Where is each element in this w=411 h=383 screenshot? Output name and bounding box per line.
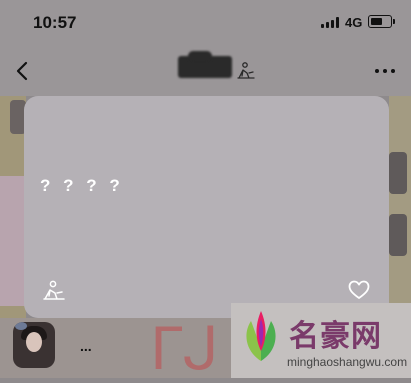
signal-icon <box>321 17 341 28</box>
popup-card[interactable]: ? ? ? ? <box>24 96 389 318</box>
network-type: 4G <box>345 15 363 30</box>
heart-outline-icon[interactable] <box>348 280 370 300</box>
person-lounging-icon <box>43 280 65 300</box>
watermark-brand: 名豪网 <box>289 320 382 353</box>
popup-message: ? ? ? ? <box>40 176 124 195</box>
watermark: 名豪网 minghaoshangwu.com <box>231 303 411 378</box>
more-options-icon[interactable] <box>372 64 398 78</box>
battery-level <box>371 18 382 25</box>
person-lounging-icon <box>237 62 255 79</box>
nav-title-redacted <box>178 51 234 80</box>
status-time: 10:57 <box>33 13 77 32</box>
brand-logo-icon <box>246 311 276 361</box>
background-thumbnail <box>389 214 407 256</box>
nav-bar <box>0 46 411 96</box>
battery-icon <box>368 15 395 28</box>
status-bar: 10:57 4G <box>0 0 411 46</box>
background-graphic: ᒥᒍ <box>150 315 219 383</box>
chat-preview-ellipsis: ... <box>80 338 92 354</box>
chevron-left-icon[interactable] <box>12 58 34 84</box>
background-thumbnail <box>389 152 407 194</box>
watermark-url: minghaoshangwu.com <box>287 355 408 369</box>
avatar[interactable] <box>13 322 55 368</box>
